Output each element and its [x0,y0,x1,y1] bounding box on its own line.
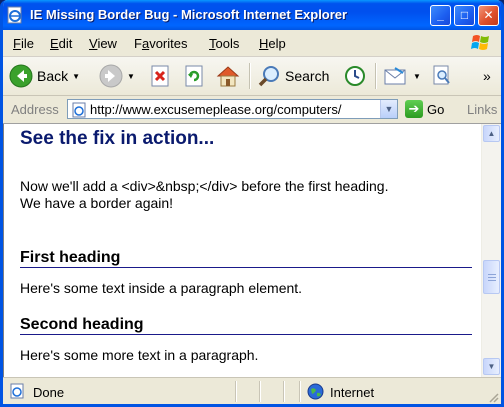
links-button[interactable]: Links [467,102,497,117]
menu-favorites-pre: F [134,36,142,51]
status-divider [235,381,237,402]
search-icon [258,66,279,87]
standard-toolbar: Back ▼ ▼ Search ▼ » [3,57,501,96]
menu-view[interactable]: View [89,36,117,51]
forward-button[interactable]: ▼ [99,62,135,90]
go-button[interactable]: ➔ Go [405,100,444,118]
menu-tools-label: ools [215,36,240,51]
toolbar-separator [249,63,251,89]
print-preview-icon [433,65,450,85]
status-text: Done [33,385,65,400]
vertical-scrollbar[interactable]: ▲ ▼ [481,124,501,377]
toolbar-overflow-button[interactable]: » [483,62,491,90]
history-icon [345,66,365,86]
mail-button[interactable]: ▼ [383,62,421,90]
minimize-button[interactable]: _ [430,5,451,26]
menu-view-label: iew [97,36,117,51]
menu-help[interactable]: Help [259,36,286,51]
mail-dropdown-icon[interactable]: ▼ [413,72,421,81]
scroll-grip [488,277,496,278]
menu-tools[interactable]: Tools [209,36,239,51]
menu-file[interactable]: File [13,36,34,51]
scroll-grip [488,280,496,281]
page-content: See the fix in action... Now we'll add a… [3,124,482,377]
second-paragraph: Here's some more text in a paragraph. [20,347,259,363]
first-paragraph: Here's some text inside a paragraph elem… [20,280,303,296]
page-done-icon [10,383,24,399]
close-button[interactable]: ✕ [478,5,499,26]
menu-bar: File Edit View Favorites Tools Help [3,30,501,57]
back-icon [9,64,33,88]
home-button[interactable] [215,62,241,90]
toolbar-separator [375,63,377,89]
back-label: Back [37,68,69,84]
menu-favorites-label: vorites [149,36,188,51]
back-dropdown-icon[interactable]: ▼ [72,72,80,81]
windows-logo-icon [467,32,495,54]
menu-edit-label: dit [58,36,73,51]
menu-edit-accel: E [50,36,59,51]
refresh-button[interactable] [183,62,205,90]
print-preview-button[interactable] [431,62,453,90]
page-icon [72,102,86,118]
maximize-button[interactable]: □ [454,5,475,26]
address-input[interactable]: http://www.excusemeplease.org/computers/… [67,99,398,119]
address-label: Address [11,102,59,117]
status-bar: Done Internet [3,377,501,404]
second-heading: Second heading [20,315,472,335]
go-arrow-icon: ➔ [405,100,423,118]
ie-page-icon [7,6,22,24]
status-divider [299,381,301,402]
search-button[interactable]: Search [257,62,329,90]
intro-line-2: We have a border again! [20,195,174,211]
resize-grip-icon[interactable] [487,391,499,403]
fix-heading: See the fix in action... [20,128,215,149]
forward-icon [99,64,123,88]
mail-icon [384,67,406,85]
stop-button[interactable] [149,62,171,90]
scroll-thumb[interactable] [483,260,500,294]
zone-text: Internet [330,385,375,400]
first-heading: First heading [20,248,472,268]
status-divider [259,381,261,402]
intro-line-1: Now we'll add a <div>&nbsp;</div> before… [20,178,389,194]
stop-icon [151,65,169,87]
menu-edit[interactable]: Edit [50,36,72,51]
menu-favorites[interactable]: Favorites [134,36,187,51]
internet-zone-icon [307,383,324,400]
status-divider [283,381,285,402]
scroll-grip [488,274,496,275]
scroll-up-icon[interactable]: ▲ [483,125,500,142]
search-label: Search [285,68,330,84]
menu-file-accel: F [13,36,21,51]
scroll-down-icon[interactable]: ▼ [483,358,500,375]
forward-dropdown-icon[interactable]: ▼ [127,72,135,81]
go-label: Go [427,101,445,117]
history-button[interactable] [343,62,367,90]
window-title: IE Missing Border Bug - Microsoft Intern… [30,7,348,22]
menu-help-label: elp [268,36,286,51]
address-dropdown-icon[interactable]: ▼ [380,100,397,118]
address-url: http://www.excusemeplease.org/computers/ [90,102,342,117]
address-bar: Address http://www.excusemeplease.org/co… [3,96,501,124]
home-icon [216,66,240,87]
refresh-icon [185,65,203,87]
title-bar[interactable]: IE Missing Border Bug - Microsoft Intern… [3,0,501,30]
browser-window: IE Missing Border Bug - Microsoft Intern… [0,0,504,407]
menu-help-accel: H [259,36,269,51]
back-button[interactable]: Back ▼ [9,62,80,90]
menu-file-label: ile [20,36,34,51]
